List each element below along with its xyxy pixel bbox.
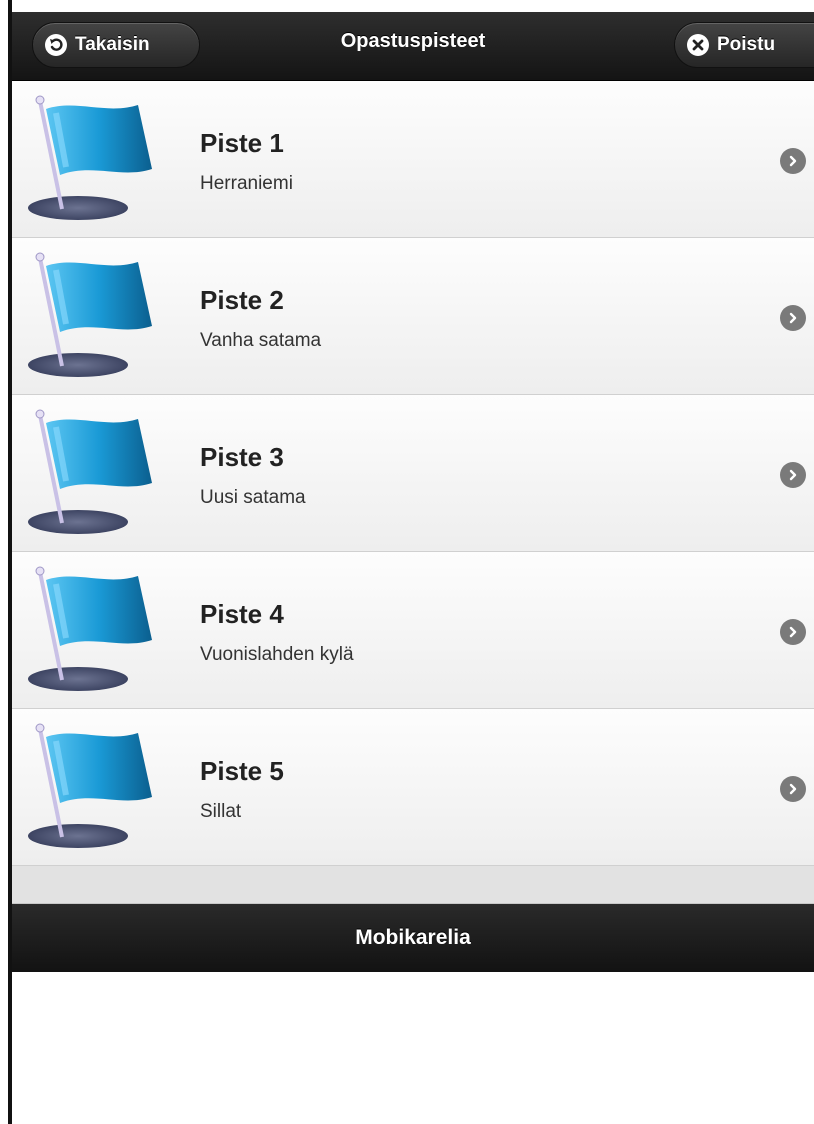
flag-icon xyxy=(28,95,152,220)
exit-button-label: Poistu xyxy=(717,34,776,55)
content-spacer xyxy=(12,866,814,904)
item-subtitle: Herraniemi xyxy=(200,173,293,194)
item-title: Piste 1 xyxy=(200,128,284,158)
footer-title: Mobikarelia xyxy=(355,926,471,949)
chevron-right-icon xyxy=(780,462,806,488)
item-title: Piste 2 xyxy=(200,285,284,315)
list-item[interactable]: Piste 4 Vuonislahden kylä xyxy=(12,552,814,709)
item-title: Piste 4 xyxy=(200,599,284,629)
exit-button[interactable]: Poistu xyxy=(674,22,814,68)
app: Takaisin Opastuspisteet Poistu Piste 1 H… xyxy=(12,12,814,972)
item-subtitle: Sillat xyxy=(200,801,242,822)
close-icon xyxy=(687,34,709,56)
item-subtitle: Vuonislahden kylä xyxy=(200,644,354,665)
chevron-right-icon xyxy=(780,619,806,645)
header-bar: Takaisin Opastuspisteet Poistu xyxy=(12,12,814,81)
flag-icon xyxy=(28,409,152,534)
chevron-right-icon xyxy=(780,305,806,331)
flag-icon xyxy=(28,252,152,377)
footer-bar: Mobikarelia xyxy=(12,904,814,972)
list-item[interactable]: Piste 3 Uusi satama xyxy=(12,395,814,552)
flag-icon xyxy=(28,566,152,691)
point-list: Piste 1 Herraniemi Piste 2 Vanha satama … xyxy=(12,81,814,866)
list-item[interactable]: Piste 2 Vanha satama xyxy=(12,238,814,395)
item-subtitle: Uusi satama xyxy=(200,487,306,508)
item-title: Piste 3 xyxy=(200,442,284,472)
chevron-right-icon xyxy=(780,148,806,174)
item-title: Piste 5 xyxy=(200,756,284,786)
list-item[interactable]: Piste 5 Sillat xyxy=(12,709,814,866)
list-item[interactable]: Piste 1 Herraniemi xyxy=(12,81,814,238)
chevron-right-icon xyxy=(780,776,806,802)
item-subtitle: Vanha satama xyxy=(200,330,322,351)
page: Takaisin Opastuspisteet Poistu Piste 1 H… xyxy=(0,0,814,1124)
flag-icon xyxy=(28,723,152,848)
